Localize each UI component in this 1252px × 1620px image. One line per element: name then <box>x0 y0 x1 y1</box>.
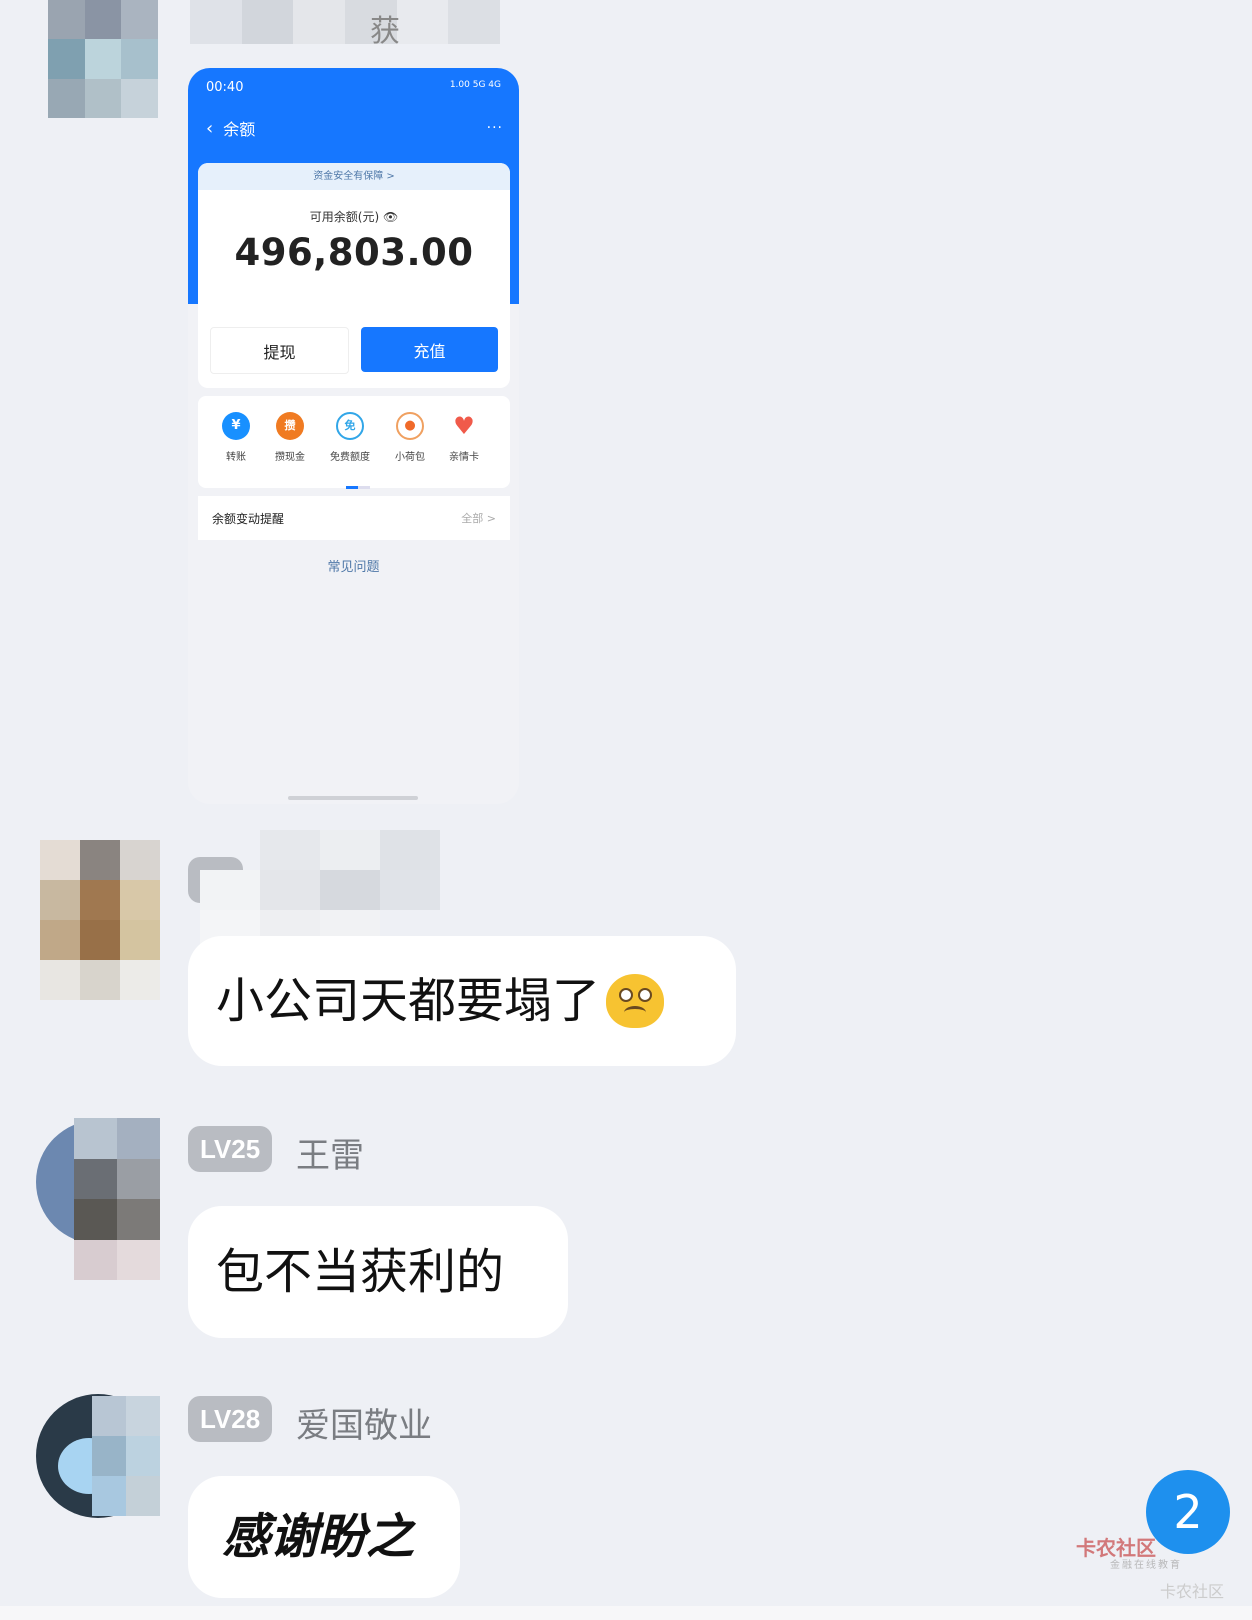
balance-change-row[interactable]: 余额变动提醒 全部 > <box>198 496 510 540</box>
level-badge: LV28 <box>188 1396 273 1442</box>
username[interactable]: 王雷 <box>296 1128 364 1177</box>
balance-change-title: 余额变动提醒 <box>212 511 285 526</box>
message-bubble[interactable]: 感谢盼之 <box>188 1476 460 1598</box>
safety-banner[interactable]: 资金安全有保障 > <box>198 163 510 190</box>
balance-card: 资金安全有保障 > 可用余额(元) 👁 496,803.00 提现 充值 <box>198 163 510 388</box>
avatar-mosaic <box>74 1118 160 1280</box>
chevron-left-icon[interactable]: ‹ <box>206 118 213 139</box>
quick-action-save-cash[interactable]: 攒 攒现金 <box>260 412 320 463</box>
heart-icon: ♥ <box>450 412 478 440</box>
shared-image[interactable]: 00:40 1.00 5G 4G ‹ 余额 ··· 资金安全有保障 > 可用余额… <box>188 68 519 804</box>
username[interactable]: 爱国敬业 <box>296 1398 432 1447</box>
top-name-fragment: 获 <box>370 14 400 49</box>
save-cash-icon: 攒 <box>276 412 304 440</box>
message-text: 包不当获利的 <box>216 1244 505 1300</box>
transfer-icon: ¥ <box>222 412 250 440</box>
nav-bar: ‹ 余额 ··· <box>206 116 503 140</box>
username-mosaic <box>200 830 440 950</box>
eye-icon[interactable]: 👁 <box>383 210 398 224</box>
quick-action-transfer[interactable]: ¥ 转账 <box>206 412 266 463</box>
status-bar: 00:40 1.00 5G 4G <box>206 80 501 95</box>
more-icon[interactable]: ··· <box>487 120 503 136</box>
avatar-mosaic <box>48 0 158 118</box>
home-indicator <box>288 796 418 800</box>
watermark-subtitle: 金融在线教育 <box>1110 1560 1182 1571</box>
avatar-mosaic[interactable] <box>40 840 160 1000</box>
free-quota-icon: 免 <box>336 412 364 440</box>
frown-emoji-icon <box>606 974 665 1028</box>
faq-link[interactable]: 常见问题 <box>188 556 519 575</box>
level-badge: LV25 <box>188 1126 273 1172</box>
balance-change-all[interactable]: 全部 > <box>461 510 496 526</box>
avatar-mosaic <box>92 1396 160 1516</box>
watermark-text: 卡农社区 <box>1160 1582 1225 1601</box>
message-text: 小公司天都要塌了 <box>216 973 601 1029</box>
recharge-button[interactable]: 充值 <box>361 327 498 372</box>
withdraw-button[interactable]: 提现 <box>210 327 349 374</box>
quick-action-purse[interactable]: ● 小荷包 <box>380 412 440 463</box>
unread-count-badge[interactable]: 2 <box>1146 1470 1230 1554</box>
quick-action-free-quota[interactable]: 免 免费额度 <box>320 412 380 463</box>
message-bubble[interactable]: 包不当获利的 <box>188 1206 568 1338</box>
message-text: 感谢盼之 <box>222 1509 415 1565</box>
username-mosaic <box>190 0 500 44</box>
quick-actions: ¥ 转账 攒 攒现金 免 免费额度 ● 小荷包 ♥ 亲情卡 <box>198 396 510 489</box>
page-indicator <box>346 474 370 489</box>
status-time: 00:40 <box>206 80 244 95</box>
nav-title: 余额 <box>223 120 256 139</box>
balance-value: 496,803.00 <box>234 231 474 274</box>
status-icons: 1.00 5G 4G <box>449 80 501 90</box>
balance-label: 可用余额(元) 👁 <box>309 210 399 224</box>
quick-action-family-card[interactable]: ♥ 亲情卡 <box>434 412 494 463</box>
message-bubble[interactable]: 小公司天都要塌了 <box>188 936 736 1066</box>
purse-icon: ● <box>396 412 424 440</box>
bottom-strip <box>0 1606 1252 1620</box>
